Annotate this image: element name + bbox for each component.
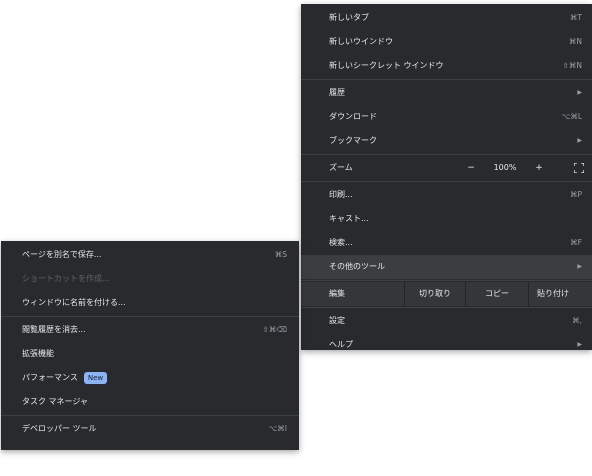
menu-divider (1, 316, 299, 317)
chevron-right-icon: ▶ (577, 137, 582, 144)
menu-item-label: 新しいウインドウ (329, 37, 393, 46)
menu-item-history[interactable]: 履歴 ▶ (301, 81, 592, 105)
chrome-main-menu: 新しいタブ ⌘T 新しいウインドウ ⌘N 新しいシークレット ウインドウ ⇧⌘N… (301, 4, 592, 350)
fullscreen-icon[interactable] (574, 163, 584, 173)
menu-item-bookmarks[interactable]: ブックマーク ▶ (301, 129, 592, 153)
menu-item-developer-tools[interactable]: デベロッパー ツール ⌥⌘I (1, 417, 299, 441)
menu-item-new-incognito-window[interactable]: 新しいシークレット ウインドウ ⇧⌘N (301, 54, 592, 78)
menu-item-label: 印刷... (329, 190, 353, 199)
menu-item-extensions[interactable]: 拡張機能 (1, 342, 299, 366)
menu-item-label: ページを別名で保存... (22, 250, 102, 259)
zoom-controls: − 100% + (459, 156, 584, 180)
menu-item-more-tools[interactable]: その他のツール ▶ (301, 255, 592, 279)
zoom-level: 100% (493, 163, 517, 172)
menu-item-edit: 編集 切り取り コピー 貼り付け (301, 282, 592, 306)
new-badge: New (83, 372, 108, 384)
menu-item-downloads[interactable]: ダウンロード ⌥⌘L (301, 105, 592, 129)
menu-item-new-window[interactable]: 新しいウインドウ ⌘N (301, 30, 592, 54)
menu-item-save-page-as[interactable]: ページを別名で保存... ⌘S (1, 243, 299, 267)
menu-item-label: ブックマーク (329, 136, 377, 145)
menu-item-label: その他のツール (329, 262, 385, 271)
menu-item-shortcut: ⌘T (569, 13, 582, 22)
menu-divider (301, 154, 592, 155)
menu-item-settings[interactable]: 設定 ⌘, (301, 309, 592, 333)
menu-item-label: 拡張機能 (22, 349, 54, 358)
menu-item-label: キャスト... (329, 214, 369, 223)
chevron-right-icon: ▶ (577, 341, 582, 348)
menu-item-find[interactable]: 検索... ⌘F (301, 231, 592, 255)
menu-item-label: デベロッパー ツール (22, 424, 97, 433)
menu-item-label: ウィンドウに名前を付ける... (22, 298, 126, 307)
menu-item-label: パフォーマンス (22, 373, 78, 382)
menu-item-create-shortcut: ショートカットを作成... (1, 267, 299, 291)
menu-item-label: 履歴 (329, 88, 345, 97)
menu-item-label: 設定 (329, 316, 345, 325)
copy-button[interactable]: コピー (465, 282, 528, 306)
menu-item-shortcut: ⇧⌘N (562, 61, 582, 70)
menu-item-shortcut: ⌥⌘I (268, 424, 287, 433)
more-tools-submenu: ページを別名で保存... ⌘S ショートカットを作成... ウィンドウに名前を付… (1, 241, 299, 450)
chevron-right-icon: ▶ (577, 263, 582, 270)
paste-button[interactable]: 貼り付け (528, 282, 577, 306)
menu-item-performance[interactable]: パフォーマンス New (1, 366, 299, 390)
menu-divider (301, 79, 592, 80)
menu-item-print[interactable]: 印刷... ⌘P (301, 183, 592, 207)
menu-item-label: 閲覧履歴を消去... (22, 325, 86, 334)
menu-item-label: 新しいシークレット ウインドウ (329, 61, 444, 70)
menu-item-zoom: ズーム − 100% + (301, 156, 592, 180)
menu-item-task-manager[interactable]: タスク マネージャ (1, 390, 299, 414)
menu-item-help[interactable]: ヘルプ ▶ (301, 333, 592, 357)
menu-item-label: タスク マネージャ (22, 397, 88, 406)
menu-item-shortcut: ⌘N (568, 37, 582, 46)
chevron-right-icon: ▶ (577, 89, 582, 96)
menu-item-shortcut: ⌘P (569, 190, 582, 199)
menu-divider (1, 415, 299, 416)
menu-item-label: 新しいタブ (329, 13, 369, 22)
menu-item-label: ズーム (329, 163, 353, 172)
menu-divider (301, 280, 592, 281)
menu-item-clear-browsing-data[interactable]: 閲覧履歴を消去... ⇧⌘⌫ (1, 318, 299, 342)
menu-item-label: ヘルプ (329, 340, 353, 349)
cut-button[interactable]: 切り取り (404, 282, 465, 306)
menu-item-shortcut: ⌘S (274, 250, 287, 259)
menu-item-cast[interactable]: キャスト... (301, 207, 592, 231)
zoom-in-button[interactable]: + (527, 156, 551, 180)
menu-item-new-tab[interactable]: 新しいタブ ⌘T (301, 6, 592, 30)
menu-item-shortcut: ⇧⌘⌫ (262, 325, 287, 334)
menu-item-name-window[interactable]: ウィンドウに名前を付ける... (1, 291, 299, 315)
menu-item-shortcut: ⌘F (570, 238, 582, 247)
menu-item-label: 検索... (329, 238, 353, 247)
menu-item-shortcut: ⌘, (572, 316, 582, 325)
menu-divider (301, 181, 592, 182)
menu-item-shortcut: ⌥⌘L (561, 112, 582, 121)
menu-item-label: ダウンロード (329, 112, 377, 121)
menu-divider (301, 307, 592, 308)
menu-item-label: 編集 (329, 289, 345, 298)
zoom-out-button[interactable]: − (459, 156, 483, 180)
menu-item-label: ショートカットを作成... (22, 274, 110, 283)
